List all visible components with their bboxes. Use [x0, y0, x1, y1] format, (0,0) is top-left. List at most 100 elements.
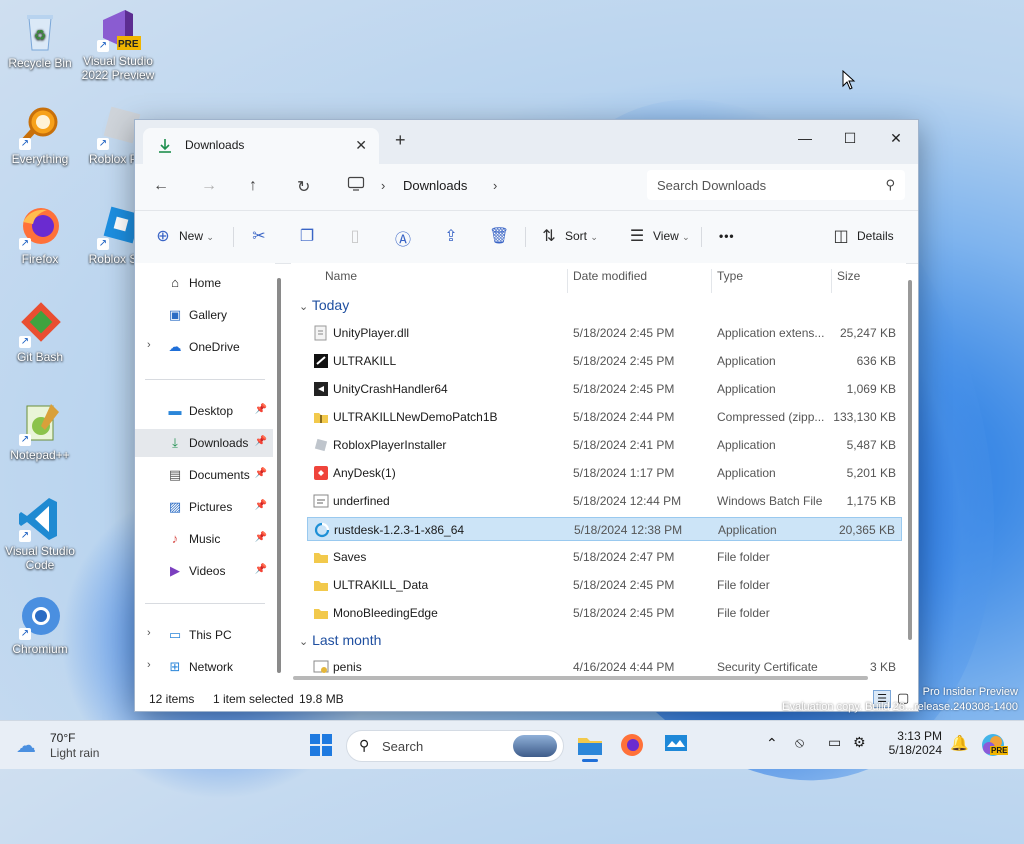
details-pane-icon: ◫ — [833, 228, 849, 245]
more-options-button[interactable]: ••• — [719, 229, 735, 243]
network-disconnected-icon[interactable]: ⦸ — [795, 734, 804, 751]
show-hidden-icons-chevron-icon[interactable]: ⌃ — [766, 735, 778, 752]
file-list-scrollbar[interactable] — [908, 280, 912, 640]
copy-icon[interactable]: ❐ — [297, 226, 317, 246]
title-bar: Downloads ✕ + — ☐ ✕ — [135, 120, 918, 164]
desktop-icon-notepad-plus-plus[interactable]: ↗ Notepad++ — [0, 400, 80, 462]
zip-folder-icon — [313, 409, 329, 425]
start-button[interactable] — [307, 731, 335, 759]
file-row[interactable]: RobloxPlayerInstaller 5/18/2024 2:41 PM … — [307, 433, 902, 457]
display-icon[interactable]: ▭ — [828, 734, 841, 751]
sidebar-item-gallery[interactable]: ▣ Gallery — [135, 301, 273, 329]
pin-icon[interactable]: 📌 — [255, 500, 267, 511]
file-row[interactable]: UnityPlayer.dll 5/18/2024 2:45 PM Applic… — [307, 321, 902, 345]
column-divider[interactable] — [831, 269, 832, 293]
sidebar-item-documents[interactable]: ▤ Documents 📌 — [135, 461, 273, 489]
folder-row[interactable]: ULTRAKILL_Data 5/18/2024 2:45 PM File fo… — [307, 573, 902, 597]
back-arrow-icon[interactable]: ← — [153, 177, 169, 195]
sidebar-item-music[interactable]: ♪ Music 📌 — [135, 525, 273, 553]
view-button[interactable]: View ⌄ — [653, 229, 690, 243]
divider — [233, 227, 234, 247]
column-name[interactable]: Name — [325, 269, 357, 283]
tab-downloads[interactable]: Downloads ✕ — [143, 128, 379, 164]
chevron-right-icon[interactable]: › — [147, 659, 151, 671]
chevron-right-icon[interactable]: › — [147, 339, 151, 351]
share-icon[interactable]: ⇪ — [441, 226, 461, 246]
desktop-icon-firefox[interactable]: ↗ Firefox — [0, 204, 80, 266]
group-header-today[interactable]: ⌄ Today — [299, 297, 349, 313]
file-row-selected[interactable]: rustdesk-1.2.3-1-x86_64 5/18/2024 12:38 … — [307, 517, 902, 541]
desktop-icon-vscode[interactable]: ↗ Visual Studio Code — [0, 496, 80, 572]
pin-icon[interactable]: 📌 — [255, 532, 267, 543]
file-row[interactable]: UnityCrashHandler64 5/18/2024 2:45 PM Ap… — [307, 377, 902, 401]
desktop-icon-chromium[interactable]: ↗ Chromium — [0, 594, 80, 656]
search-input[interactable]: Search Downloads — [657, 178, 766, 193]
copilot-icon[interactable]: PRE — [980, 732, 1009, 758]
clock[interactable]: 3:13 PM 5/18/2024 — [884, 729, 942, 757]
maximize-button[interactable]: ☐ — [832, 126, 868, 150]
sidebar-item-desktop[interactable]: ▬ Desktop 📌 — [135, 397, 273, 425]
gallery-icon: ▣ — [168, 307, 182, 322]
chevron-right-icon[interactable]: › — [147, 627, 151, 639]
delete-icon[interactable]: 🗑 — [489, 226, 509, 246]
file-row[interactable]: ULTRAKILL 5/18/2024 2:45 PM Application … — [307, 349, 902, 373]
desktop-icon-visual-studio-2022[interactable]: PRE ↗ Visual Studio 2022 Preview — [78, 6, 158, 82]
firefox-taskbar-icon[interactable] — [618, 731, 646, 759]
taskbar-search-box[interactable]: ⚲ Search — [346, 730, 564, 762]
new-button[interactable]: New ⌄ — [179, 229, 214, 243]
firefox-icon: ↗ — [17, 204, 63, 250]
paste-icon[interactable]: ▯ — [345, 226, 365, 246]
folder-row[interactable]: MonoBleedingEdge 5/18/2024 2:45 PM File … — [307, 601, 902, 625]
sidebar-item-onedrive[interactable]: › ☁ OneDrive — [135, 333, 273, 361]
desktop-icon-recycle-bin[interactable]: ♻ Recycle Bin — [0, 8, 80, 70]
sidebar-item-network[interactable]: › ⊞ Network — [135, 653, 273, 681]
group-header-last-month[interactable]: ⌄ Last month — [299, 632, 381, 648]
column-date-modified[interactable]: Date modified — [573, 269, 647, 283]
search-box[interactable]: Search Downloads ⚲ — [647, 170, 905, 200]
settings-status-icon[interactable]: ⚙ — [853, 734, 866, 751]
sidebar-item-this-pc[interactable]: › ▭ This PC — [135, 621, 273, 649]
rename-icon[interactable]: Ⓐ — [393, 226, 413, 249]
cut-icon[interactable]: ✂ — [249, 226, 269, 246]
refresh-icon[interactable]: ↻ — [297, 177, 310, 197]
file-row[interactable]: ULTRAKILLNewDemoPatch1B 5/18/2024 2:44 P… — [307, 405, 902, 429]
sidebar-item-pictures[interactable]: ▨ Pictures 📌 — [135, 493, 273, 521]
file-explorer-taskbar-icon[interactable] — [576, 731, 604, 762]
horizontal-scrollbar[interactable] — [293, 676, 868, 680]
pin-icon[interactable]: 📌 — [255, 564, 267, 575]
monitor-icon — [347, 176, 365, 195]
remote-desktop-taskbar-icon[interactable] — [662, 731, 690, 759]
file-row[interactable]: underfined 5/18/2024 12:44 PM Windows Ba… — [307, 489, 902, 513]
sidebar-scrollbar[interactable] — [277, 278, 281, 673]
file-row[interactable]: AnyDesk(1) 5/18/2024 1:17 PM Application… — [307, 461, 902, 485]
desktop-icon-everything[interactable]: ↗ Everything — [0, 104, 80, 166]
column-divider[interactable] — [567, 269, 568, 293]
pictures-icon: ▨ — [168, 499, 182, 514]
column-divider[interactable] — [711, 269, 712, 293]
new-tab-button[interactable]: + — [395, 130, 406, 151]
folder-row[interactable]: Saves 5/18/2024 2:47 PM File folder — [307, 545, 902, 569]
search-input[interactable]: Search — [382, 739, 423, 754]
up-arrow-icon[interactable]: ↑ — [249, 177, 257, 195]
pin-icon[interactable]: 📌 — [255, 436, 267, 447]
forward-arrow-icon[interactable]: → — [201, 177, 217, 195]
notification-bell-icon[interactable]: 🔔 — [950, 734, 969, 752]
sidebar-item-home[interactable]: ⌂ Home — [135, 269, 273, 297]
shortcut-arrow-icon: ↗ — [97, 40, 109, 52]
tab-close-icon[interactable]: ✕ — [355, 137, 367, 154]
breadcrumb-downloads[interactable]: Downloads — [403, 178, 467, 193]
sidebar-item-downloads[interactable]: ⤓ Downloads 📌 — [135, 429, 273, 457]
desktop-icon-git-bash[interactable]: ↗ Git Bash — [0, 302, 80, 364]
minimize-button[interactable]: — — [787, 126, 823, 150]
column-size[interactable]: Size — [837, 269, 860, 283]
close-window-button[interactable]: ✕ — [878, 126, 914, 150]
breadcrumb[interactable]: › Downloads › — [341, 170, 631, 202]
sidebar-item-videos[interactable]: ▶ Videos 📌 — [135, 557, 273, 585]
details-button[interactable]: Details — [857, 229, 894, 243]
pin-icon[interactable]: 📌 — [255, 468, 267, 479]
column-type[interactable]: Type — [717, 269, 743, 283]
address-bar: ← → ↑ ↻ › Downloads › Search Downloads ⚲ — [135, 164, 918, 211]
divider — [525, 227, 526, 247]
sort-button[interactable]: Sort ⌄ — [565, 229, 598, 243]
pin-icon[interactable]: 📌 — [255, 404, 267, 415]
